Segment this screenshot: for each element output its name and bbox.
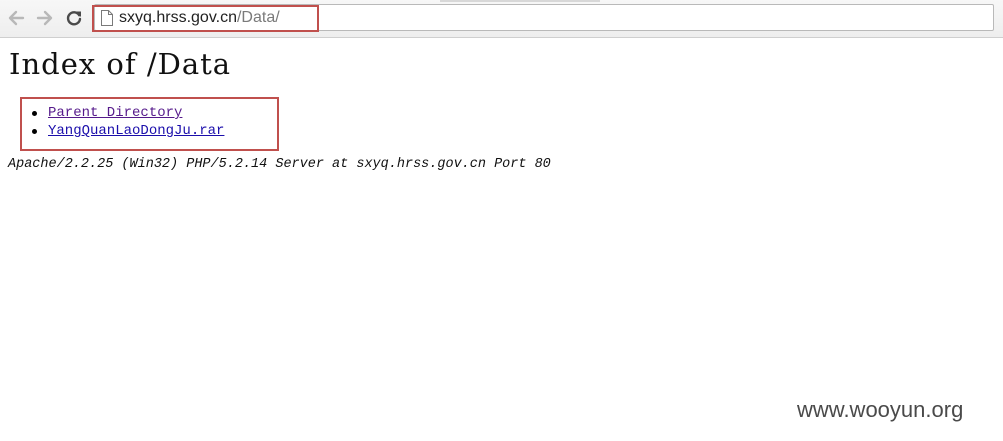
page-icon [101, 10, 113, 26]
list-item: YangQuanLaoDongJu.rar [30, 122, 224, 140]
directory-listing: Parent Directory YangQuanLaoDongJu.rar [30, 104, 224, 140]
url-host: sxyq.hrss.gov.cn [119, 9, 237, 26]
bullet-icon [32, 129, 37, 134]
reload-button[interactable] [63, 7, 85, 29]
address-bar[interactable]: sxyq.hrss.gov.cn/Data/ [94, 4, 994, 31]
reload-icon [66, 11, 82, 26]
tab-strip-edge [440, 0, 600, 2]
browser-toolbar: sxyq.hrss.gov.cn/Data/ [0, 0, 1003, 38]
arrow-right-icon [36, 10, 53, 26]
page-title: Index of /Data [9, 47, 232, 81]
file-link[interactable]: YangQuanLaoDongJu.rar [48, 123, 224, 139]
parent-directory-link[interactable]: Parent Directory [48, 105, 182, 121]
back-button[interactable] [5, 7, 27, 29]
arrow-left-icon [8, 10, 25, 26]
server-signature: Apache/2.2.25 (Win32) PHP/5.2.14 Server … [8, 157, 551, 172]
list-item: Parent Directory [30, 104, 224, 122]
url-text[interactable]: sxyq.hrss.gov.cn/Data/ [119, 9, 280, 27]
forward-button[interactable] [34, 7, 56, 29]
watermark: www.wooyun.org [797, 397, 964, 422]
url-path: /Data/ [236, 9, 280, 26]
bullet-icon [32, 111, 37, 116]
